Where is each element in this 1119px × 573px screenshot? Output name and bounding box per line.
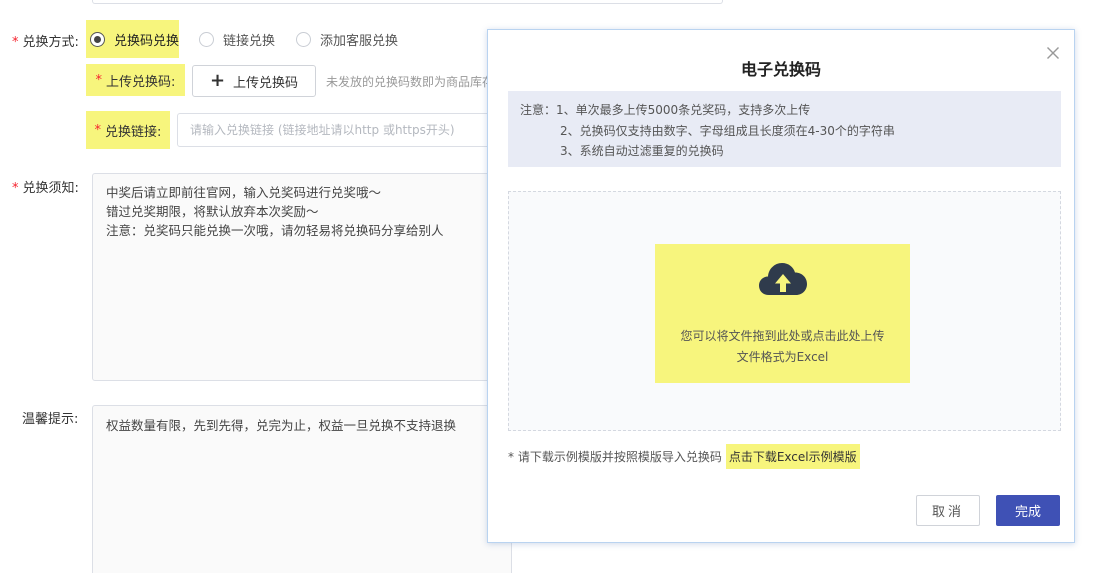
dropzone-instruction: 您可以将文件拖到此处或点击此处上传 bbox=[680, 329, 885, 343]
dropzone-format: 文件格式为Excel bbox=[736, 350, 829, 364]
template-footnote: * 请下载示例模版并按照模版导入兑换码 点击下载Excel示例模版 bbox=[508, 443, 860, 469]
notice-item: 1、单次最多上传5000条兑奖码，支持多次上传 bbox=[556, 103, 811, 117]
notes-line: 中奖后请立即前往官网，输入兑奖码进行兑奖哦～ bbox=[106, 185, 382, 200]
notice-item: 3、系统自动过滤重复的兑换码 bbox=[560, 144, 724, 158]
exchange-method-radio-group: 兑换码兑换 链接兑换 添加客服兑换 bbox=[86, 20, 415, 58]
cancel-button[interactable]: 取消 bbox=[916, 495, 980, 526]
plus-icon: + bbox=[209, 70, 226, 91]
close-icon[interactable] bbox=[1044, 44, 1062, 62]
upload-code-button[interactable]: + 上传兑换码 bbox=[192, 65, 316, 97]
upload-drop-target[interactable]: 您可以将文件拖到此处或点击此处上传 文件格式为Excel bbox=[655, 244, 910, 383]
file-dropzone[interactable]: 您可以将文件拖到此处或点击此处上传 文件格式为Excel bbox=[508, 191, 1061, 431]
radio-unchecked-icon bbox=[296, 31, 312, 47]
electronic-code-dialog: 电子兑换码 注意：1、单次最多上传5000条兑奖码，支持多次上传 2、兑换码仅支… bbox=[487, 29, 1075, 543]
notice-item: 2、兑换码仅支持由数字、字母组成且长度须在4-30个的字符串 bbox=[560, 123, 895, 138]
exchange-method-label: * 兑换方式: bbox=[12, 35, 79, 50]
tips-textarea[interactable]: 权益数量有限，先到先得，兑完为止，权益一旦兑换不支持退换 bbox=[92, 405, 512, 573]
radio-code-exchange[interactable]: 兑换码兑换 bbox=[86, 20, 180, 58]
radio-service-exchange[interactable]: 添加客服兑换 bbox=[292, 20, 401, 58]
notes-line: 注意：兑奖码只能兑换一次哦，请勿轻易将兑换码分享给别人 bbox=[106, 223, 444, 238]
dialog-title: 电子兑换码 bbox=[740, 60, 821, 79]
upload-code-label: * 上传兑换码: bbox=[86, 64, 185, 96]
cloud-upload-icon bbox=[759, 263, 807, 295]
radio-checked-icon bbox=[90, 31, 105, 47]
exchange-link-label: * 兑换链接: bbox=[86, 111, 170, 149]
radio-link-exchange[interactable]: 链接兑换 bbox=[195, 20, 278, 58]
upload-hint-text: 未发放的兑换码数即为商品库存 bbox=[326, 75, 495, 89]
done-button[interactable]: 完成 bbox=[996, 495, 1060, 526]
upload-notice: 注意：1、单次最多上传5000条兑奖码，支持多次上传 2、兑换码仅支持由数字、字… bbox=[508, 91, 1061, 167]
previous-field-input[interactable] bbox=[92, 0, 723, 4]
download-template-link[interactable]: 点击下载Excel示例模版 bbox=[725, 443, 860, 469]
radio-unchecked-icon bbox=[199, 31, 215, 47]
notes-line: 错过兑奖期限，将默认放弃本次奖励～ bbox=[106, 204, 319, 219]
exchange-notes-textarea[interactable]: 中奖后请立即前往官网，输入兑奖码进行兑奖哦～ 错过兑奖期限，将默认放弃本次奖励～… bbox=[92, 173, 512, 381]
exchange-notes-label: * 兑换须知: bbox=[12, 181, 79, 196]
tips-label: 温馨提示: bbox=[22, 412, 79, 427]
exchange-link-input[interactable] bbox=[177, 113, 507, 147]
